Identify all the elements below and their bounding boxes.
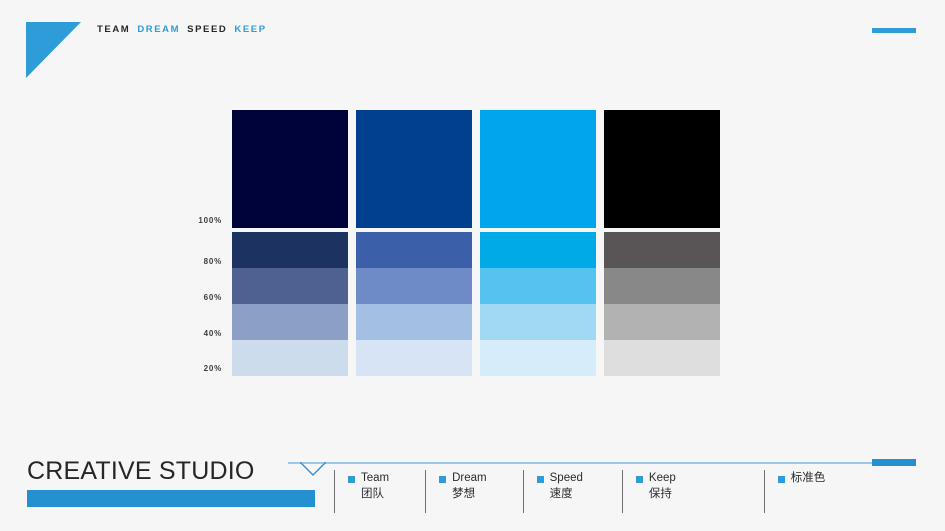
palette-column-speed — [480, 110, 596, 376]
swatch-dream-20[interactable] — [356, 340, 472, 376]
brand-word-keep: KEEP — [234, 24, 267, 35]
footer-line-accent-cap — [872, 459, 916, 466]
blue-triangle-logo-icon — [26, 22, 81, 78]
swatch-keep-60[interactable] — [604, 268, 720, 304]
legend-text-block: Dream 梦想 — [452, 470, 487, 502]
swatch-team-100[interactable] — [232, 110, 348, 228]
swatch-keep-100[interactable] — [604, 110, 720, 228]
legend-label-en: 标准色 — [790, 472, 826, 484]
legend-item-team[interactable]: Team 团队 — [334, 470, 425, 513]
legend-label-zh: 保持 — [648, 488, 672, 500]
legend-label-en: Speed — [549, 472, 583, 484]
legend-label-zh: 速度 — [549, 488, 573, 500]
swatch-team-60[interactable] — [232, 268, 348, 304]
palette-column-team — [232, 110, 348, 376]
legend-label-zh: 团队 — [361, 488, 384, 500]
legend-item-dream[interactable]: Dream 梦想 — [425, 470, 523, 513]
swatch-speed-60[interactable] — [480, 268, 596, 304]
percent-label-60: 60% — [203, 293, 222, 302]
swatch-keep-40[interactable] — [604, 304, 720, 340]
legend-text-block: Speed 速度 — [550, 470, 583, 502]
legend-square-icon — [536, 476, 544, 483]
footer-legend: Team 团队 Dream 梦想 Speed 速度 Keep 保持 标准色 — [334, 470, 825, 513]
swatch-dream-60[interactable] — [356, 268, 472, 304]
palette-column-dream — [356, 110, 472, 376]
legend-text-block: Team 团队 — [361, 470, 389, 502]
brand-tagline: TEAM DREAM SPEED KEEP — [97, 24, 274, 35]
swatch-keep-80[interactable] — [604, 232, 720, 268]
swatch-speed-80[interactable] — [480, 232, 596, 268]
legend-label-en: Keep — [648, 472, 676, 484]
legend-text-block: Keep 保持 — [649, 470, 676, 502]
swatch-team-20[interactable] — [232, 340, 348, 376]
slide-canvas: TEAM DREAM SPEED KEEP 100% 80% 60% 40% 20% — [0, 0, 945, 531]
percent-label-40: 40% — [203, 329, 222, 338]
header-accent-bar — [872, 28, 916, 33]
legend-item-speed[interactable]: Speed 速度 — [522, 470, 622, 513]
swatch-dream-100[interactable] — [356, 110, 472, 228]
percent-label-100: 100% — [198, 216, 222, 225]
legend-square-icon — [635, 476, 643, 483]
title-underline-bar — [27, 490, 315, 507]
legend-square-icon — [348, 476, 355, 483]
swatch-speed-40[interactable] — [480, 304, 596, 340]
legend-item-keep[interactable]: Keep 保持 — [621, 470, 764, 513]
palette-column-keep — [604, 110, 720, 376]
swatch-speed-20[interactable] — [480, 340, 596, 376]
footer-notch-icon — [299, 461, 327, 476]
swatch-keep-20[interactable] — [604, 340, 720, 376]
footer-divider-line — [288, 462, 916, 464]
swatch-dream-40[interactable] — [356, 304, 472, 340]
legend-label-zh: 梦想 — [452, 488, 476, 500]
page-title: CREATIVE STUDIO — [27, 457, 255, 485]
legend-label-en: Dream — [452, 472, 487, 484]
percent-label-20: 20% — [203, 364, 222, 373]
swatch-speed-100[interactable] — [480, 110, 596, 228]
legend-text-block: 标准色 — [791, 470, 826, 486]
legend-item-standard-color[interactable]: 标准色 — [763, 470, 826, 513]
swatch-team-80[interactable] — [232, 232, 348, 268]
legend-square-icon — [439, 476, 447, 483]
legend-label-en: Team — [361, 472, 390, 484]
swatch-team-40[interactable] — [232, 304, 348, 340]
brand-word-team: TEAM — [97, 24, 131, 35]
brand-word-speed: SPEED — [187, 24, 228, 35]
legend-square-icon — [777, 476, 785, 483]
percent-label-80: 80% — [203, 257, 222, 266]
brand-word-dream: DREAM — [137, 24, 181, 35]
swatch-dream-80[interactable] — [356, 232, 472, 268]
